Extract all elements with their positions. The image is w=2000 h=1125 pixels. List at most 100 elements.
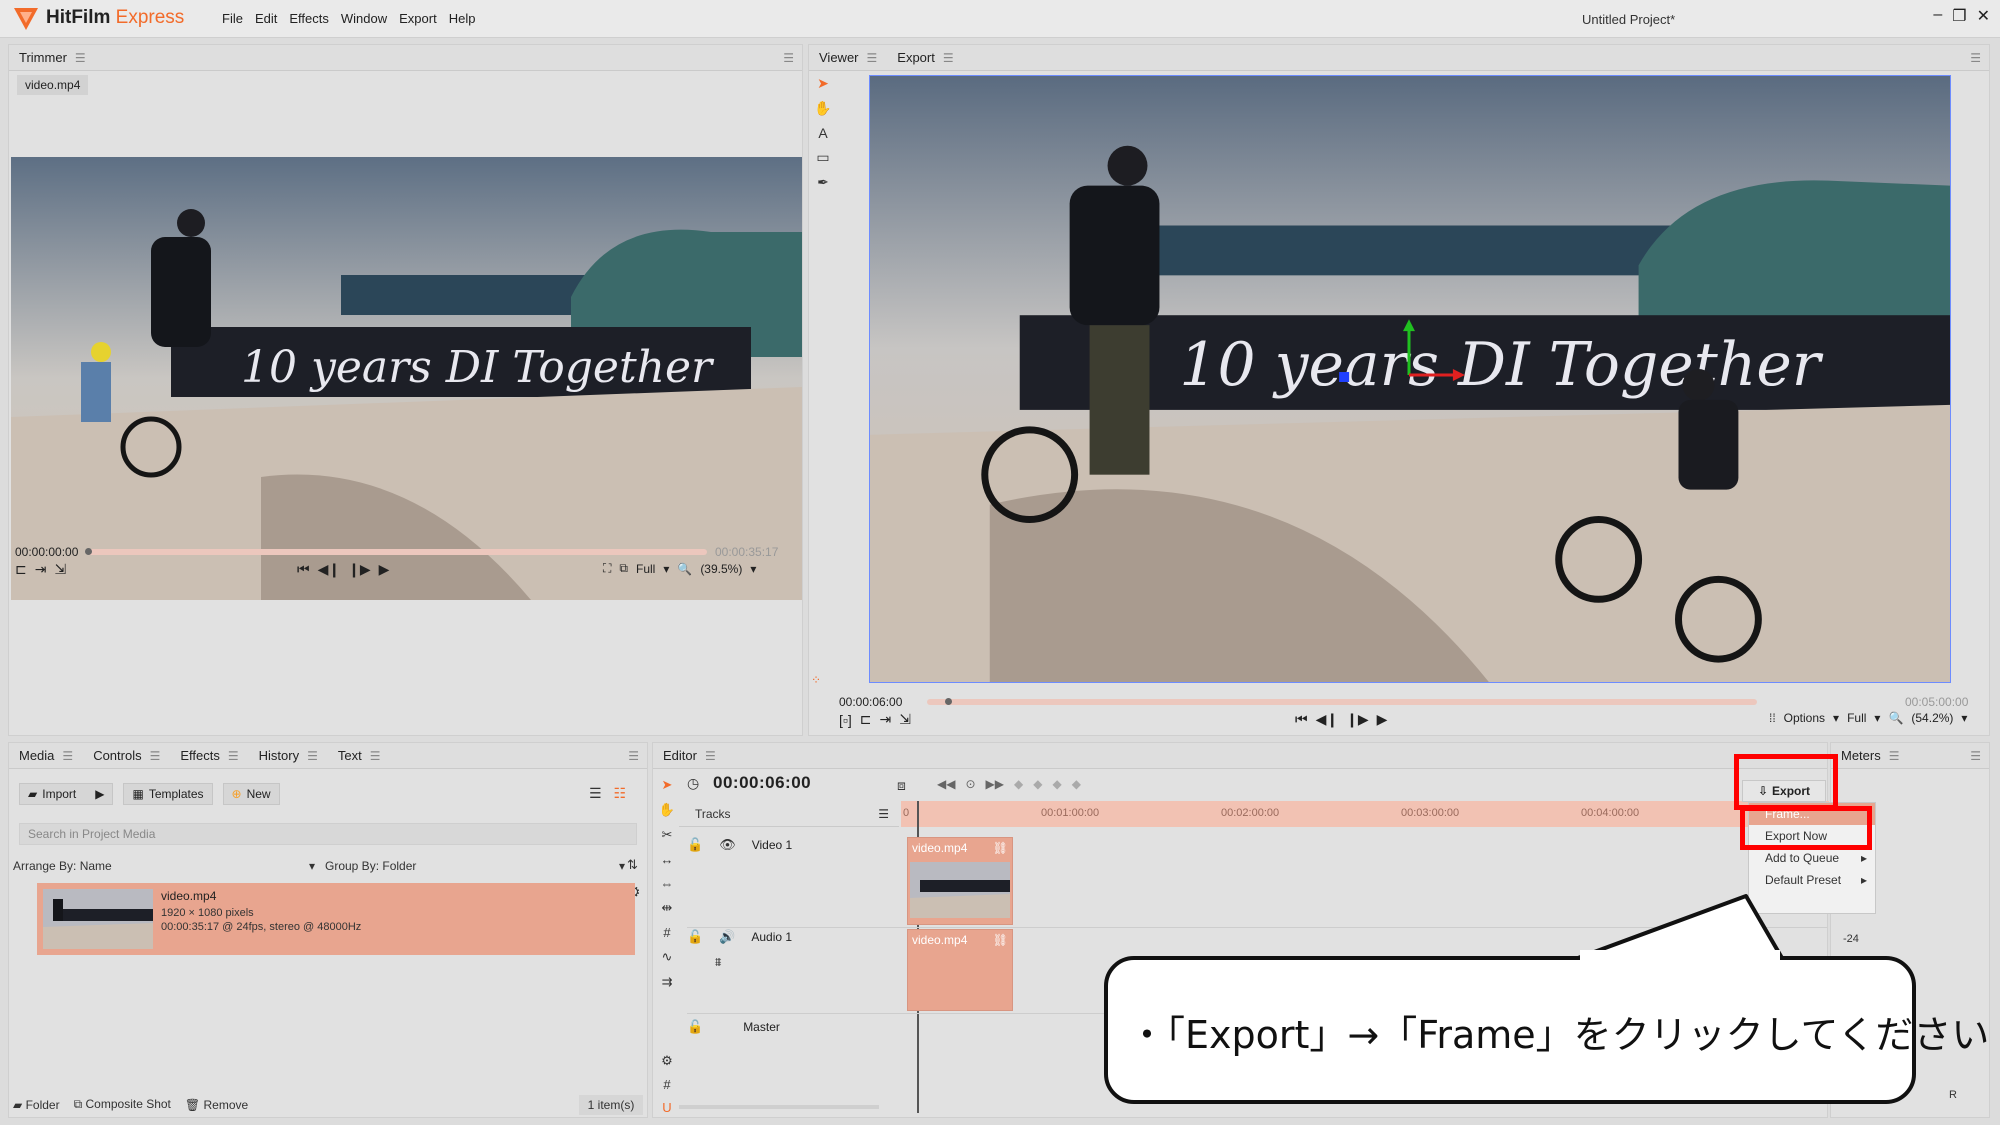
rewind-icon[interactable]: ◀◀ (937, 777, 955, 791)
menu-icon[interactable]: ☰ (228, 749, 239, 763)
templates-button[interactable]: ▦ Templates (123, 783, 213, 805)
export-menu-add-to-queue[interactable]: Add to Queue ▸ (1749, 847, 1875, 869)
new-button[interactable]: ⊕ New (222, 783, 280, 805)
tab-meters[interactable]: Meters ☰ (1831, 743, 1910, 769)
trimmer-playhead[interactable] (85, 548, 92, 555)
eye-icon[interactable]: 👁 (719, 837, 736, 853)
keyframe-icon[interactable]: ◆ (1033, 777, 1042, 791)
menu-icon[interactable]: ☰ (867, 51, 878, 65)
tab-effects[interactable]: Effects ☰ (170, 743, 248, 769)
rectangle-mask-icon[interactable]: ▭ (816, 149, 829, 166)
menu-effects[interactable]: Effects (289, 11, 329, 26)
insert-icon[interactable]: ⇥ (35, 561, 47, 578)
select-arrow-icon[interactable]: ➤ (817, 75, 829, 92)
menu-icon[interactable]: ☰ (75, 51, 86, 65)
menu-export[interactable]: Export (399, 11, 437, 26)
roll-icon[interactable]: ⇔ (661, 876, 674, 891)
menu-icon[interactable]: ☰ (705, 749, 716, 763)
minimize-icon[interactable]: – (1933, 6, 1942, 26)
slide-icon[interactable]: ⇹ (662, 900, 673, 916)
viewer-playhead[interactable] (945, 698, 952, 705)
list-view-icon[interactable]: ☰ (589, 785, 602, 802)
chevron-down-icon[interactable]: ▾ (750, 562, 756, 576)
stop-icon[interactable]: ⊙ (965, 777, 975, 791)
overlay-icon[interactable]: ⇲ (54, 561, 66, 578)
magnet-icon[interactable]: U (662, 1100, 671, 1115)
camera-icon[interactable]: ⛶ (603, 561, 611, 576)
detail-view-icon[interactable]: ☷ (614, 785, 627, 802)
viewer-scrub-bar[interactable] (927, 699, 1757, 705)
mark-in-icon[interactable]: ⊏ (860, 711, 872, 728)
keyframe-icon[interactable]: ◆ (1052, 777, 1061, 791)
select-arrow-icon[interactable]: ➤ (662, 777, 673, 793)
tracks-menu-icon[interactable]: ☰ (878, 807, 889, 821)
viewer-video-frame[interactable]: 10 years DI Together (869, 75, 1951, 683)
menu-icon[interactable]: ☰ (62, 749, 73, 763)
menu-icon[interactable]: ☰ (370, 749, 381, 763)
viewer-quality[interactable]: Full (1847, 711, 1866, 725)
skip-start-icon[interactable]: ⏮ (297, 561, 310, 578)
snap-icon[interactable]: # (663, 925, 670, 940)
panel-menu-icon[interactable]: ☰ (1970, 749, 1981, 763)
group-by-select[interactable]: Group By: Folder ▾ (325, 859, 625, 873)
remove-button[interactable]: 🗑 Remove (185, 1098, 248, 1112)
step-back-icon[interactable]: ◀❙ (1316, 711, 1339, 728)
tab-media[interactable]: Media ☰ (9, 743, 83, 769)
link-icon[interactable]: ∿ (662, 949, 673, 965)
viewer-zoom[interactable]: (54.2%) (1911, 711, 1953, 725)
ripple-icon[interactable]: ⇉ (662, 974, 673, 990)
tab-controls[interactable]: Controls ☰ (83, 743, 170, 769)
pen-icon[interactable]: ✒ (817, 174, 829, 191)
snapshot-icon[interactable]: ⧉ (619, 561, 628, 576)
safe-area-icon[interactable]: [▫] (839, 712, 852, 728)
chevron-down-icon[interactable]: ▾ (1833, 711, 1839, 725)
gear-icon[interactable]: ⚙ (661, 1053, 673, 1069)
render-icon[interactable]: ⧈ (897, 777, 906, 794)
keyframe-icon[interactable]: ◆ (1072, 777, 1081, 791)
waveform-toggle-icon[interactable]: ⩩ (715, 955, 721, 970)
panel-menu-icon[interactable]: ☰ (628, 749, 639, 763)
editor-timecode[interactable]: 00:00:06:00 (713, 773, 811, 793)
step-forward-icon[interactable]: ❙▶ (348, 561, 371, 578)
sort-icon[interactable]: ⇅ (627, 857, 638, 873)
play-icon[interactable]: ▶ (1377, 711, 1388, 728)
restore-icon[interactable]: ❐ (1952, 6, 1966, 26)
arrange-by-select[interactable]: Arrange By: Name ▾ (13, 859, 315, 873)
editor-zoom-slider[interactable] (679, 1105, 879, 1109)
trimmer-quality[interactable]: Full (636, 562, 655, 576)
insert-icon[interactable]: ⇥ (879, 711, 891, 728)
hand-icon[interactable]: ✋ (814, 100, 831, 117)
menu-help[interactable]: Help (449, 11, 476, 26)
tab-trimmer[interactable]: Trimmer ☰ (9, 45, 96, 71)
menu-icon[interactable]: ☰ (150, 749, 161, 763)
mark-in-icon[interactable]: ⊏ (15, 561, 27, 578)
chevron-down-icon[interactable]: ▾ (663, 562, 669, 576)
composite-shot-button[interactable]: ⧉ Composite Shot (74, 1097, 171, 1112)
trimmer-scrub-bar[interactable] (87, 549, 707, 555)
tab-viewer[interactable]: Viewer ☰ (809, 45, 887, 71)
lock-icon[interactable]: 🔓 (687, 1019, 703, 1035)
tab-history[interactable]: History ☰ (249, 743, 328, 769)
grid-icon[interactable]: # (663, 1077, 670, 1092)
keyframe-icon[interactable]: ◆ (1014, 777, 1023, 791)
speaker-icon[interactable]: 🔊 (719, 929, 735, 945)
import-button[interactable]: ▰ Import ▶ (19, 783, 114, 805)
zoom-icon[interactable]: 🔍 (1888, 711, 1903, 725)
video-clip[interactable]: video.mp4 ⛓ (907, 837, 1013, 925)
lock-icon[interactable]: 🔓 (687, 929, 703, 945)
panel-menu-icon[interactable]: ☰ (783, 51, 794, 65)
play-icon[interactable]: ▶ (379, 561, 390, 578)
menu-icon[interactable]: ☰ (943, 51, 954, 65)
audio-clip[interactable]: video.mp4 ⛓ (907, 929, 1013, 1011)
menu-edit[interactable]: Edit (255, 11, 277, 26)
overlay-icon[interactable]: ⇲ (899, 711, 911, 728)
menu-file[interactable]: File (222, 11, 243, 26)
folder-button[interactable]: ▰ Folder (13, 1098, 60, 1112)
lock-icon[interactable]: 🔓 (687, 837, 703, 853)
step-back-icon[interactable]: ◀❙ (318, 561, 341, 578)
menu-window[interactable]: Window (341, 11, 387, 26)
tab-export[interactable]: Export ☰ (887, 45, 963, 71)
forward-icon[interactable]: ▶▶ (986, 777, 1004, 791)
hand-icon[interactable]: ✋ (659, 802, 675, 818)
tab-editor[interactable]: Editor ☰ (653, 743, 726, 769)
